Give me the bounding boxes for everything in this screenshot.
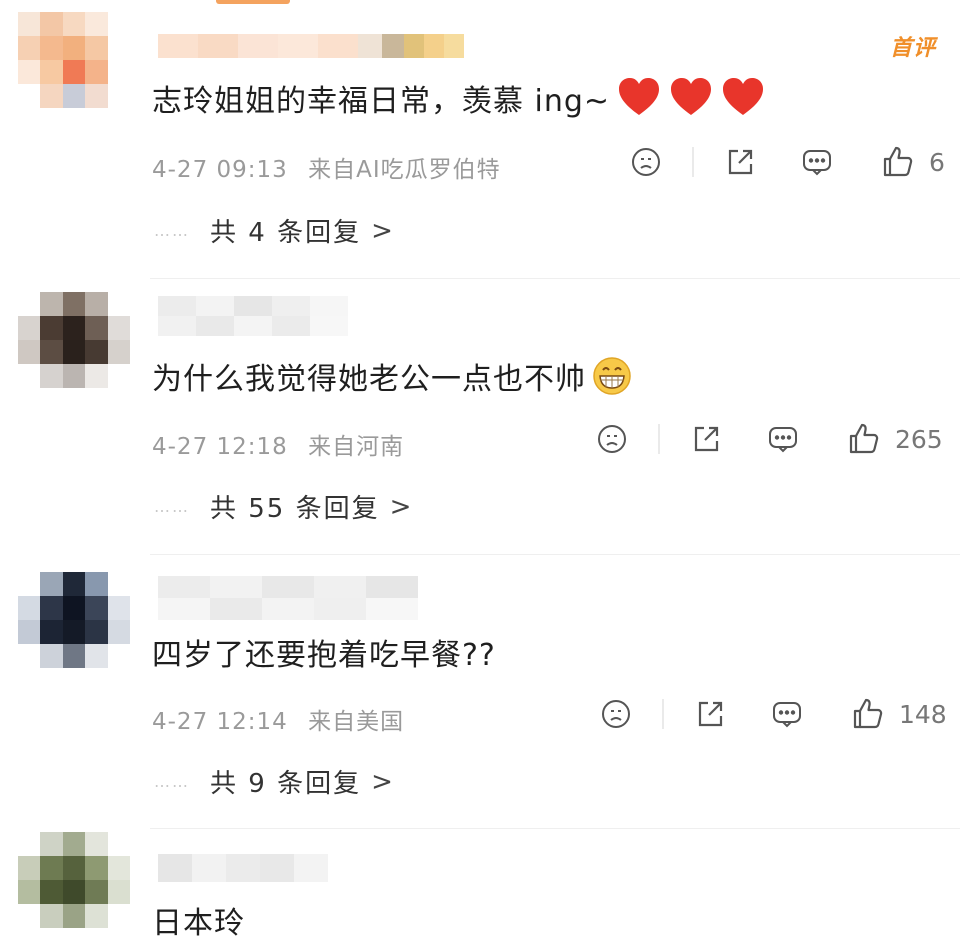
comment-meta: 4-27 12:14 来自美国: [152, 702, 404, 736]
comment-text-content: 日本玲: [152, 906, 245, 941]
comment-source: 来自AI吃瓜罗伯特: [308, 157, 501, 183]
comment-date: 4-27: [152, 434, 209, 460]
dislike-face-icon[interactable]: [630, 146, 662, 178]
divider: [150, 278, 960, 279]
comment-text-content: 志玲姐姐的幸福日常，羡慕 ing~: [152, 84, 611, 119]
reply-summary-link[interactable]: …… 共 55 条回复 >: [154, 488, 411, 525]
reply-summary-link[interactable]: …… 共 4 条回复 >: [154, 212, 393, 249]
comment-text: 日本玲: [152, 898, 245, 942]
divider: [150, 554, 960, 555]
first-comment-badge: 首评: [890, 36, 937, 61]
like-count: 265: [895, 424, 943, 454]
grin-emoji: [592, 356, 632, 396]
divider: [150, 828, 960, 829]
comment-text: 为什么我觉得她老公一点也不帅: [152, 354, 632, 398]
dislike-face-icon[interactable]: [600, 698, 632, 730]
divider: [662, 699, 664, 729]
comment-time: 12:14: [216, 709, 288, 735]
comment-date: 4-27: [152, 157, 209, 183]
avatar[interactable]: [18, 832, 130, 928]
comment-meta: 4-27 09:13 来自AI吃瓜罗伯特: [152, 150, 501, 184]
reply-summary-link[interactable]: …… 共 9 条回复 >: [154, 763, 393, 800]
heart-emoji: [618, 78, 768, 118]
comment-time: 12:18: [216, 434, 288, 460]
chevron-right-icon: >: [371, 215, 393, 246]
thumbs-up-icon[interactable]: [881, 145, 915, 179]
comment-source: 来自河南: [308, 434, 405, 460]
thumbs-up-icon[interactable]: [851, 697, 885, 731]
dislike-face-icon[interactable]: [596, 423, 628, 455]
share-icon[interactable]: [694, 698, 726, 730]
divider: [658, 424, 660, 454]
thumbs-up-icon[interactable]: [847, 422, 881, 456]
comment-date: 4-27: [152, 709, 209, 735]
top-accent-strip: [216, 0, 290, 4]
like-count: 148: [899, 699, 947, 729]
reply-dots: ……: [154, 221, 190, 240]
avatar[interactable]: [18, 572, 130, 668]
divider: [692, 147, 694, 177]
comment-text: 四岁了还要抱着吃早餐??: [152, 630, 496, 674]
share-icon[interactable]: [724, 146, 756, 178]
comment-actions: 265: [596, 422, 943, 456]
comment-text-content: 四岁了还要抱着吃早餐??: [152, 638, 496, 673]
comment-source: 来自美国: [308, 709, 405, 735]
avatar[interactable]: [18, 292, 130, 388]
like-count: 6: [929, 147, 945, 177]
chevron-right-icon: >: [389, 491, 412, 522]
share-icon[interactable]: [690, 423, 722, 455]
avatar[interactable]: [18, 12, 130, 108]
comment-bubble-icon[interactable]: [801, 146, 833, 178]
reply-count-text: 共 9 条回复: [210, 769, 362, 799]
comment-bubble-icon[interactable]: [767, 423, 799, 455]
comment-meta: 4-27 12:18 来自河南: [152, 427, 404, 461]
username-pixelated[interactable]: [158, 576, 418, 620]
comment-time: 09:13: [216, 157, 288, 183]
comment-text: 志玲姐姐的幸福日常，羡慕 ing~: [152, 76, 768, 120]
reply-dots: ……: [154, 772, 190, 791]
comment-actions: 6: [630, 145, 945, 179]
username-pixelated[interactable]: [158, 854, 328, 882]
chevron-right-icon: >: [371, 766, 393, 797]
comment-actions: 148: [600, 697, 947, 731]
username-pixelated[interactable]: [158, 296, 348, 336]
comment-text-content: 为什么我觉得她老公一点也不帅: [152, 362, 586, 397]
reply-count-text: 共 55 条回复: [210, 494, 380, 524]
username-pixelated[interactable]: [158, 34, 464, 58]
reply-count-text: 共 4 条回复: [210, 218, 362, 248]
reply-dots: ……: [154, 497, 190, 516]
comment-bubble-icon[interactable]: [771, 698, 803, 730]
